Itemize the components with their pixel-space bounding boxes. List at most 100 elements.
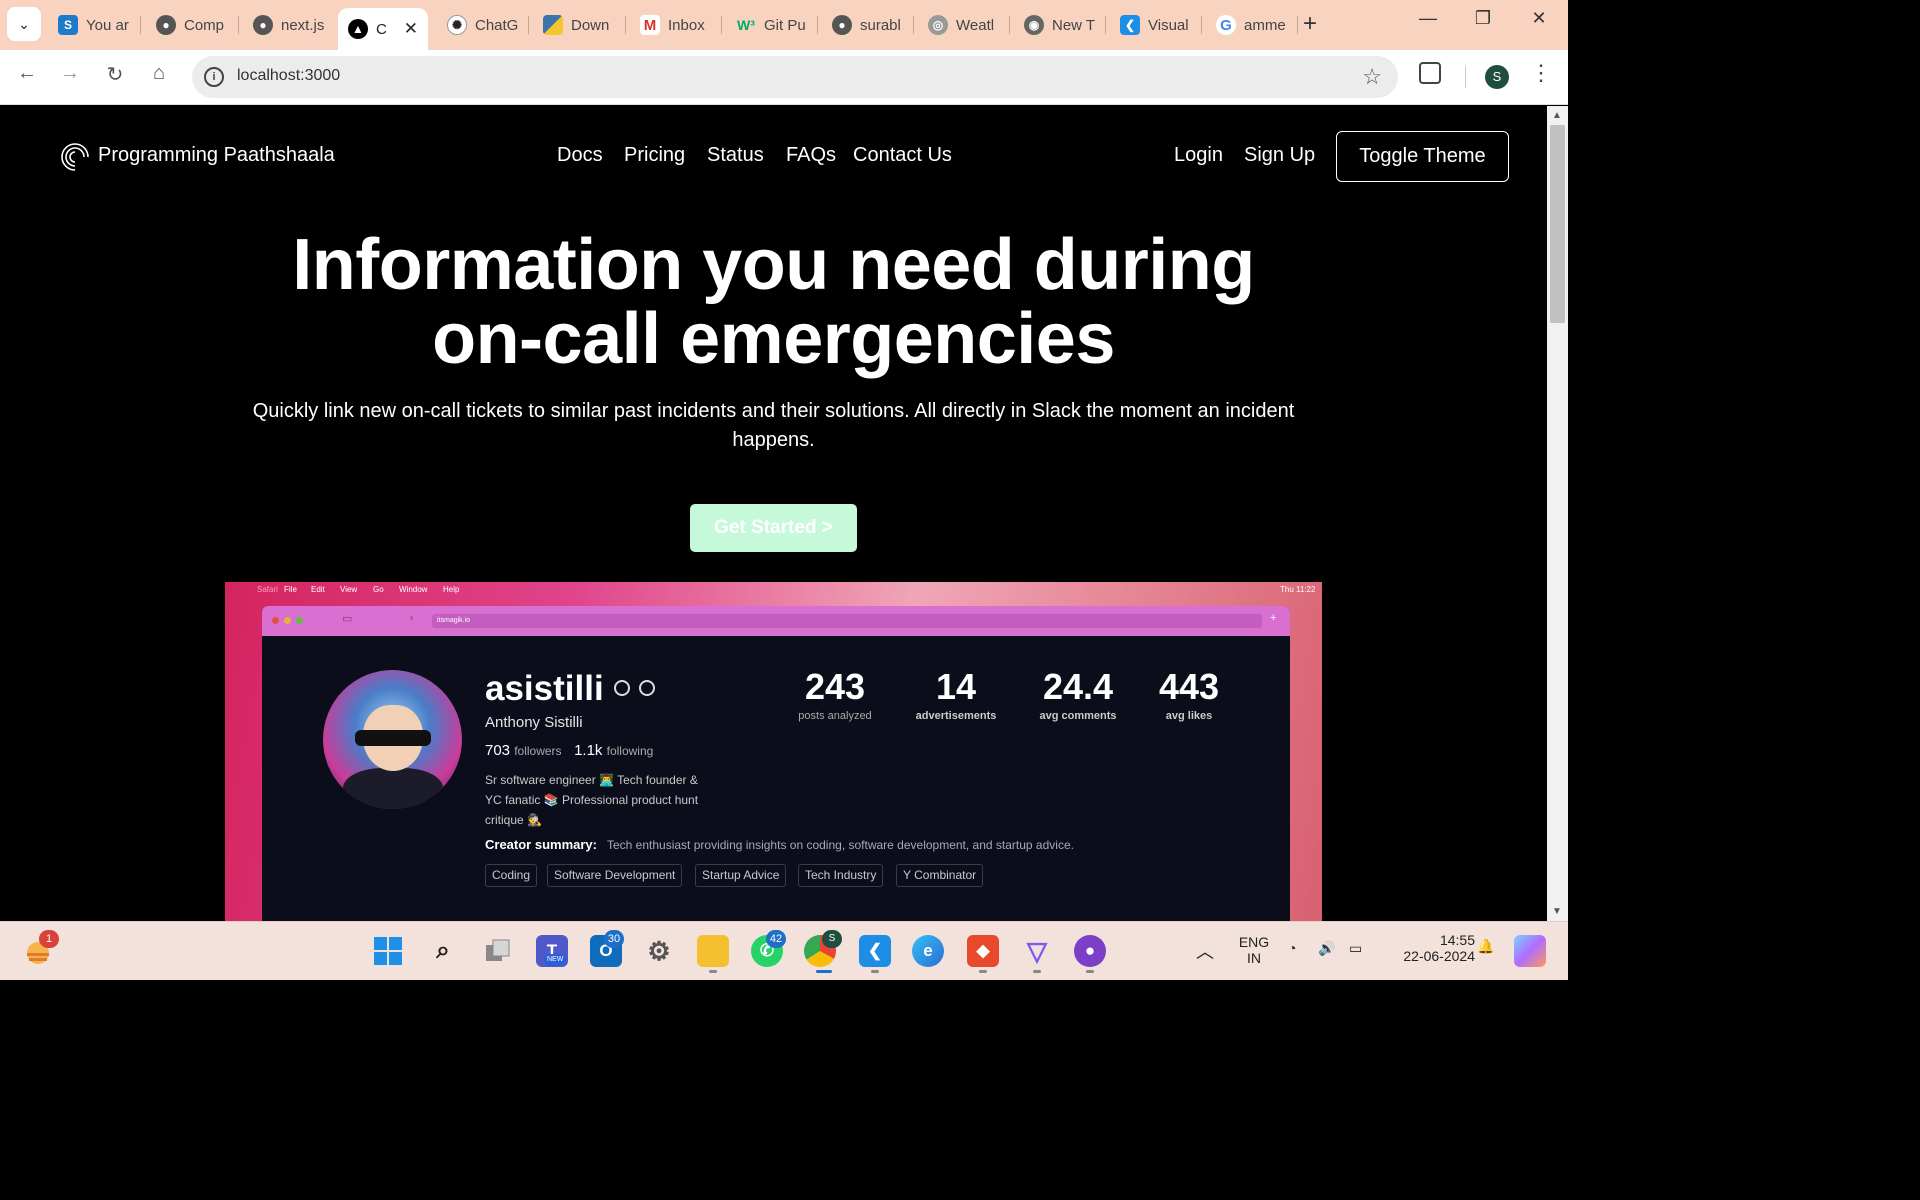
nav-pricing[interactable]: Pricing (624, 144, 685, 167)
extensions-puzzle-icon[interactable] (1419, 62, 1441, 84)
vscode-icon[interactable]: ❮ (859, 935, 891, 967)
nav-faqs[interactable]: FAQs (786, 144, 836, 167)
tab-active[interactable]: ▲ C ✕ (338, 8, 428, 50)
site-info-icon[interactable]: i (204, 67, 224, 87)
creator-summary-text: Tech enthusiast providing insights on co… (607, 838, 1074, 852)
globe-icon: ◎ (928, 15, 948, 35)
git-client-icon[interactable]: ◆ (967, 935, 999, 967)
hero-title: Information you need during on-call emer… (292, 225, 1255, 379)
home-icon[interactable]: ⌂ (144, 62, 174, 85)
scroll-thumb[interactable] (1550, 125, 1565, 323)
notification-bell-icon[interactable]: 🔔 (1477, 938, 1494, 955)
forward-arrow-icon[interactable]: → (55, 62, 85, 85)
address-bar[interactable]: i localhost:3000 ☆ (192, 56, 1398, 98)
url-text[interactable]: localhost:3000 (237, 67, 340, 85)
volume-icon[interactable]: 🔊 (1318, 940, 1335, 957)
minimize-icon[interactable]: — (1413, 8, 1443, 29)
tab-search-chevron-icon[interactable]: ⌄ (7, 7, 41, 41)
tab-10[interactable]: ◎ Weatl (918, 8, 1006, 42)
tab-12[interactable]: ❮ Visual (1110, 8, 1198, 42)
tab-8[interactable]: W³ Git Pu (726, 8, 814, 42)
chrome-profile-badge: S (822, 930, 842, 948)
file-explorer-icon[interactable] (697, 935, 729, 967)
tab-1[interactable]: S You ar (48, 8, 136, 42)
search-icon[interactable]: ⌕ (427, 935, 459, 967)
browser-menu-icon[interactable]: ⋮ (1530, 60, 1552, 86)
edge-icon[interactable]: e (912, 935, 944, 967)
tab-13[interactable]: Gamme (1206, 8, 1294, 42)
tab-2[interactable]: ● Comp (146, 8, 234, 42)
openai-icon: ✺ (447, 15, 467, 35)
profile-avatar[interactable]: S (1485, 65, 1509, 89)
topic-tag: Tech Industry (798, 864, 884, 887)
stat-label: avg likes (1165, 710, 1213, 722)
tab-9[interactable]: ● surabl (822, 8, 910, 42)
bookmark-star-icon[interactable]: ☆ (1362, 64, 1382, 90)
battery-icon[interactable]: ▭ (1349, 940, 1362, 957)
nav-contact-us[interactable]: Contact Us (853, 144, 952, 167)
stat-label: posts analyzed (798, 710, 872, 722)
profile-bio: Sr software engineer 👨‍💻 Tech founder & … (485, 773, 699, 827)
github-icon: ● (832, 15, 852, 35)
topic-tag: Y Combinator (896, 864, 984, 887)
stat-value: 243 (804, 666, 866, 707)
tab-11[interactable]: ◉ New T (1014, 8, 1102, 42)
nav-docs[interactable]: Docs (557, 144, 603, 167)
get-started-button[interactable]: Get Started > (690, 504, 857, 552)
browser-toolbar: ← → ↻ ⌂ i localhost:3000 ☆ (0, 50, 1568, 105)
site-brand-name[interactable]: Programming Paathshaala (98, 144, 335, 167)
hero-subtitle: Quickly link new on-call tickets to simi… (252, 400, 1295, 451)
start-windows-icon[interactable] (372, 935, 404, 967)
creator-summary-label: Creator summary: (485, 837, 597, 852)
follow-counts: 703 followers 1.1k following (485, 742, 654, 759)
triangle-app-icon[interactable]: ▽ (1021, 935, 1053, 967)
web-page: Programming Paathshaala Docs Pricing Sta… (0, 106, 1547, 921)
signup-link[interactable]: Sign Up (1244, 144, 1315, 167)
tab-7[interactable]: M Inbox (630, 8, 718, 42)
github-icon: ● (156, 15, 176, 35)
restore-icon[interactable]: ❐ (1468, 8, 1498, 29)
clock[interactable]: 14:55 22-06-2024 (1380, 932, 1475, 964)
close-tab-icon[interactable]: ✕ (404, 19, 418, 39)
copilot-icon[interactable] (1514, 935, 1546, 967)
toggle-theme-button[interactable]: Toggle Theme (1336, 131, 1509, 182)
google-icon: G (1216, 15, 1236, 35)
mac-menu-bar: Safari File Edit View Go Window Help Thu… (257, 585, 1316, 594)
topic-tag: Coding (485, 864, 538, 887)
stat-value: 443 (1158, 666, 1220, 707)
tab-5[interactable]: ✺ ChatG (437, 8, 525, 42)
scroll-down-icon[interactable]: ▼ (1552, 906, 1562, 917)
back-arrow-icon[interactable]: ← (12, 62, 42, 85)
task-view-icon[interactable] (482, 935, 514, 967)
profile-username: asistilli (485, 669, 604, 708)
sidebar-icon: ▭ (342, 613, 353, 625)
product-preview-image: Safari File Edit View Go Window Help Thu… (225, 582, 1322, 921)
tray-overflow-chevron-icon[interactable]: ︿ (1196, 938, 1214, 964)
gmail-icon: M (640, 15, 660, 35)
tab-6[interactable]: Down (533, 8, 621, 42)
site-logo-icon[interactable] (58, 140, 92, 174)
preview-url: itsmagik.io (432, 614, 1262, 628)
plus-icon: + (1270, 612, 1277, 624)
nav-status[interactable]: Status (707, 144, 764, 167)
scroll-up-icon[interactable]: ▲ (1552, 110, 1562, 121)
wifi-icon[interactable]: ◔ (1288, 940, 1296, 956)
new-tab-plus-icon[interactable]: + (1303, 10, 1317, 38)
preview-titlebar: ▭ ‹ itsmagik.io + (262, 606, 1290, 636)
preview-browser-window: ▭ ‹ itsmagik.io + asistilli Anthony Sist… (262, 606, 1290, 921)
github-icon: ● (253, 15, 273, 35)
outlook-badge: 30 (604, 930, 624, 948)
stat-label: advertisements (915, 710, 997, 722)
settings-gear-icon[interactable]: ⚙ (643, 935, 675, 967)
page-scrollbar[interactable]: ▲ ▼ (1547, 106, 1568, 921)
teams-new-badge: NEW (544, 954, 567, 966)
back-chevron-icon: ‹ (410, 612, 414, 624)
reload-icon[interactable]: ↻ (100, 62, 130, 87)
tab-3[interactable]: ● next.js (243, 8, 331, 42)
github-desktop-icon[interactable]: ● (1074, 935, 1106, 967)
language-indicator[interactable]: ENG IN (1234, 934, 1274, 966)
globe-icon (639, 680, 655, 696)
topic-tag: Software Development (547, 864, 683, 887)
close-window-icon[interactable]: ✕ (1524, 8, 1554, 29)
login-link[interactable]: Login (1174, 144, 1223, 167)
